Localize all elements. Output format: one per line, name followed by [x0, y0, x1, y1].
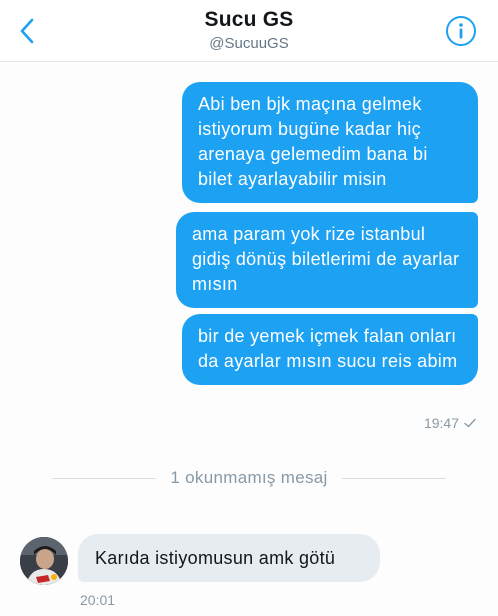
info-button[interactable] [446, 16, 476, 46]
unread-label: 1 okunmamış mesaj [170, 468, 328, 487]
avatar-photo [20, 537, 68, 585]
conversation-header: Sucu GS @SucuuGS [0, 0, 498, 62]
dm-conversation-screen: Sucu GS @SucuuGS Abi ben bjk maçına gelm… [0, 0, 498, 616]
outgoing-message[interactable]: Abi ben bjk maçına gelmek istiyorum bugü… [182, 82, 478, 203]
conversation-handle: @SucuuGS [209, 35, 289, 52]
conversation-title-block[interactable]: Sucu GS @SucuuGS [0, 8, 498, 52]
outgoing-timestamp: 19:47 [424, 415, 476, 431]
outgoing-message[interactable]: bir de yemek içmek falan onları da ayarl… [182, 314, 478, 385]
info-icon [459, 23, 463, 39]
divider-line [341, 477, 446, 479]
incoming-message[interactable]: Karıda istiyomusun amk götü [78, 534, 380, 582]
divider-line [52, 477, 157, 479]
unread-divider: 1 okunmamış mesaj [52, 466, 446, 490]
incoming-timestamp: 20:01 [80, 592, 116, 608]
avatar[interactable] [20, 537, 68, 585]
outgoing-message[interactable]: ama param yok rize istanbul gidiş dönüş … [176, 212, 478, 308]
outgoing-time: 19:47 [423, 415, 459, 431]
conversation-title: Sucu GS [204, 8, 294, 31]
sent-check-icon [464, 418, 476, 428]
